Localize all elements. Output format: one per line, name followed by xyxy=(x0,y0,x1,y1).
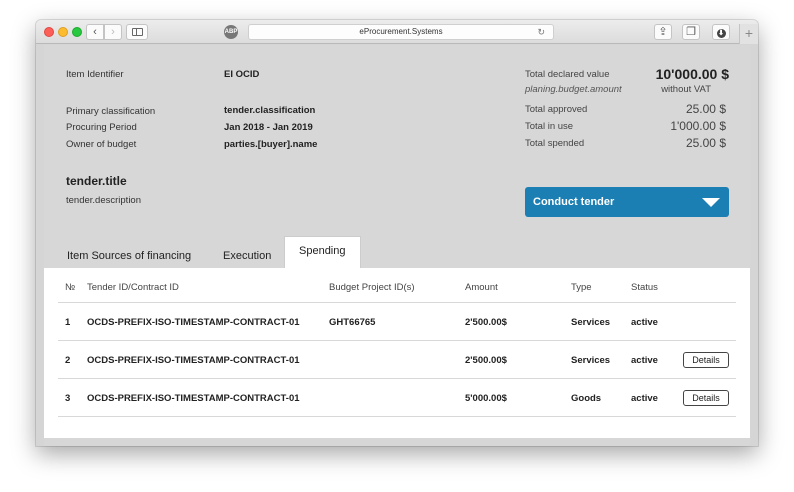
new-tab-button[interactable]: + xyxy=(739,24,758,44)
browser-window: ‹ › ABP eProcurement.Systems ↻ ⇪ ❐ ⬇ + I… xyxy=(36,20,758,446)
url-text: eProcurement.Systems xyxy=(359,27,443,36)
row-1-type: Services xyxy=(571,317,611,328)
total-declared-value: 10'000.00 $ xyxy=(655,66,729,82)
row-2-type: Services xyxy=(571,355,611,366)
tabs-icon: ❐ xyxy=(686,26,696,38)
total-in-use-label: Total in use xyxy=(525,121,574,132)
row-divider xyxy=(58,378,736,379)
conduct-tender-button[interactable]: Conduct tender xyxy=(525,187,729,217)
total-spended-value: 25.00 $ xyxy=(685,136,726,150)
row-3-details-button[interactable]: Details xyxy=(683,390,729,406)
downloads-button[interactable]: ⬇ xyxy=(712,24,730,40)
row-1-contract-id: OCDS-PREFIX-ISO-TIMESTAMP-CONTRACT-01 xyxy=(87,317,300,328)
owner-of-budget-label: Owner of budget xyxy=(66,139,137,150)
total-approved-label: Total approved xyxy=(525,104,588,115)
tender-description: tender.description xyxy=(66,195,141,206)
row-2-number: 2 xyxy=(65,355,71,366)
owner-of-budget-value: parties.[buyer].name xyxy=(224,139,318,150)
column-header-budget-project: Budget Project ID(s) xyxy=(329,282,415,293)
row-2-details-button[interactable]: Details xyxy=(683,352,729,368)
row-1-amount: 2'500.00$ xyxy=(465,317,507,328)
forward-button[interactable]: › xyxy=(104,24,122,40)
procuring-period-label: Procuring Period xyxy=(66,122,137,133)
primary-classification-value: tender.classification xyxy=(224,105,316,116)
share-icon: ⇪ xyxy=(658,26,668,38)
close-window-button[interactable] xyxy=(44,27,54,37)
spending-table: № Tender ID/Contract ID Budget Project I… xyxy=(44,268,750,438)
column-header-status: Status xyxy=(631,282,658,293)
total-declared-label: Total declared value xyxy=(525,69,610,80)
row-2-contract-id: OCDS-PREFIX-ISO-TIMESTAMP-CONTRACT-01 xyxy=(87,355,300,366)
plus-icon: + xyxy=(744,25,754,41)
total-approved-value: 25.00 $ xyxy=(685,102,726,116)
row-1-status: active xyxy=(631,317,658,328)
tab-spending[interactable]: Spending xyxy=(284,236,361,269)
row-3-contract-id: OCDS-PREFIX-ISO-TIMESTAMP-CONTRACT-01 xyxy=(87,393,300,404)
row-3-amount: 5'000.00$ xyxy=(465,393,507,404)
minimize-window-button[interactable] xyxy=(58,27,68,37)
show-tabs-button[interactable]: ❐ xyxy=(682,24,700,40)
page-content: Item Identifier EI OCID Primary classifi… xyxy=(44,45,750,446)
row-3-status: active xyxy=(631,393,658,404)
column-header-amount: Amount xyxy=(465,282,498,293)
primary-classification-label: Primary classification xyxy=(66,106,156,117)
chevron-down-icon xyxy=(702,198,720,207)
procuring-period-value: Jan 2018 - Jan 2019 xyxy=(224,122,313,133)
zoom-window-button[interactable] xyxy=(72,27,82,37)
reload-icon[interactable]: ↻ xyxy=(537,25,545,39)
page-bottom-edge xyxy=(44,438,750,446)
share-button[interactable]: ⇪ xyxy=(654,24,672,40)
column-header-contract-id: Tender ID/Contract ID xyxy=(87,282,179,293)
tender-title: tender.title xyxy=(66,174,127,188)
row-3-number: 3 xyxy=(65,393,71,404)
column-header-type: Type xyxy=(571,282,592,293)
sidebar-toggle-button[interactable] xyxy=(126,24,148,40)
row-2-status: active xyxy=(631,355,658,366)
browser-toolbar: ‹ › ABP eProcurement.Systems ↻ ⇪ ❐ ⬇ + xyxy=(36,20,758,44)
total-in-use-value: 1'000.00 $ xyxy=(670,119,726,133)
column-header-number: № xyxy=(65,282,76,293)
row-2-amount: 2'500.00$ xyxy=(465,355,507,366)
total-spended-label: Total spended xyxy=(525,138,585,149)
without-vat-label: without VAT xyxy=(661,84,711,95)
row-divider xyxy=(58,340,736,341)
total-declared-sub: planing.budget.amount xyxy=(525,84,622,95)
adblock-icon[interactable]: ABP xyxy=(224,25,238,39)
address-bar[interactable]: eProcurement.Systems ↻ xyxy=(248,24,554,40)
conduct-tender-label: Conduct tender xyxy=(533,196,615,208)
row-3-type: Goods xyxy=(571,393,602,404)
row-1-number: 1 xyxy=(65,317,71,328)
sidebar-icon xyxy=(132,28,143,36)
download-icon: ⬇ xyxy=(716,29,726,38)
item-identifier-value: EI OCID xyxy=(224,69,260,80)
chevron-left-icon: ‹ xyxy=(93,26,97,38)
row-divider xyxy=(58,416,736,417)
row-1-budget-project: GHT66765 xyxy=(329,317,376,328)
item-identifier-label: Item Identifier xyxy=(66,69,124,80)
back-button[interactable]: ‹ xyxy=(86,24,104,40)
header-divider xyxy=(58,302,736,303)
chevron-right-icon: › xyxy=(111,26,115,38)
